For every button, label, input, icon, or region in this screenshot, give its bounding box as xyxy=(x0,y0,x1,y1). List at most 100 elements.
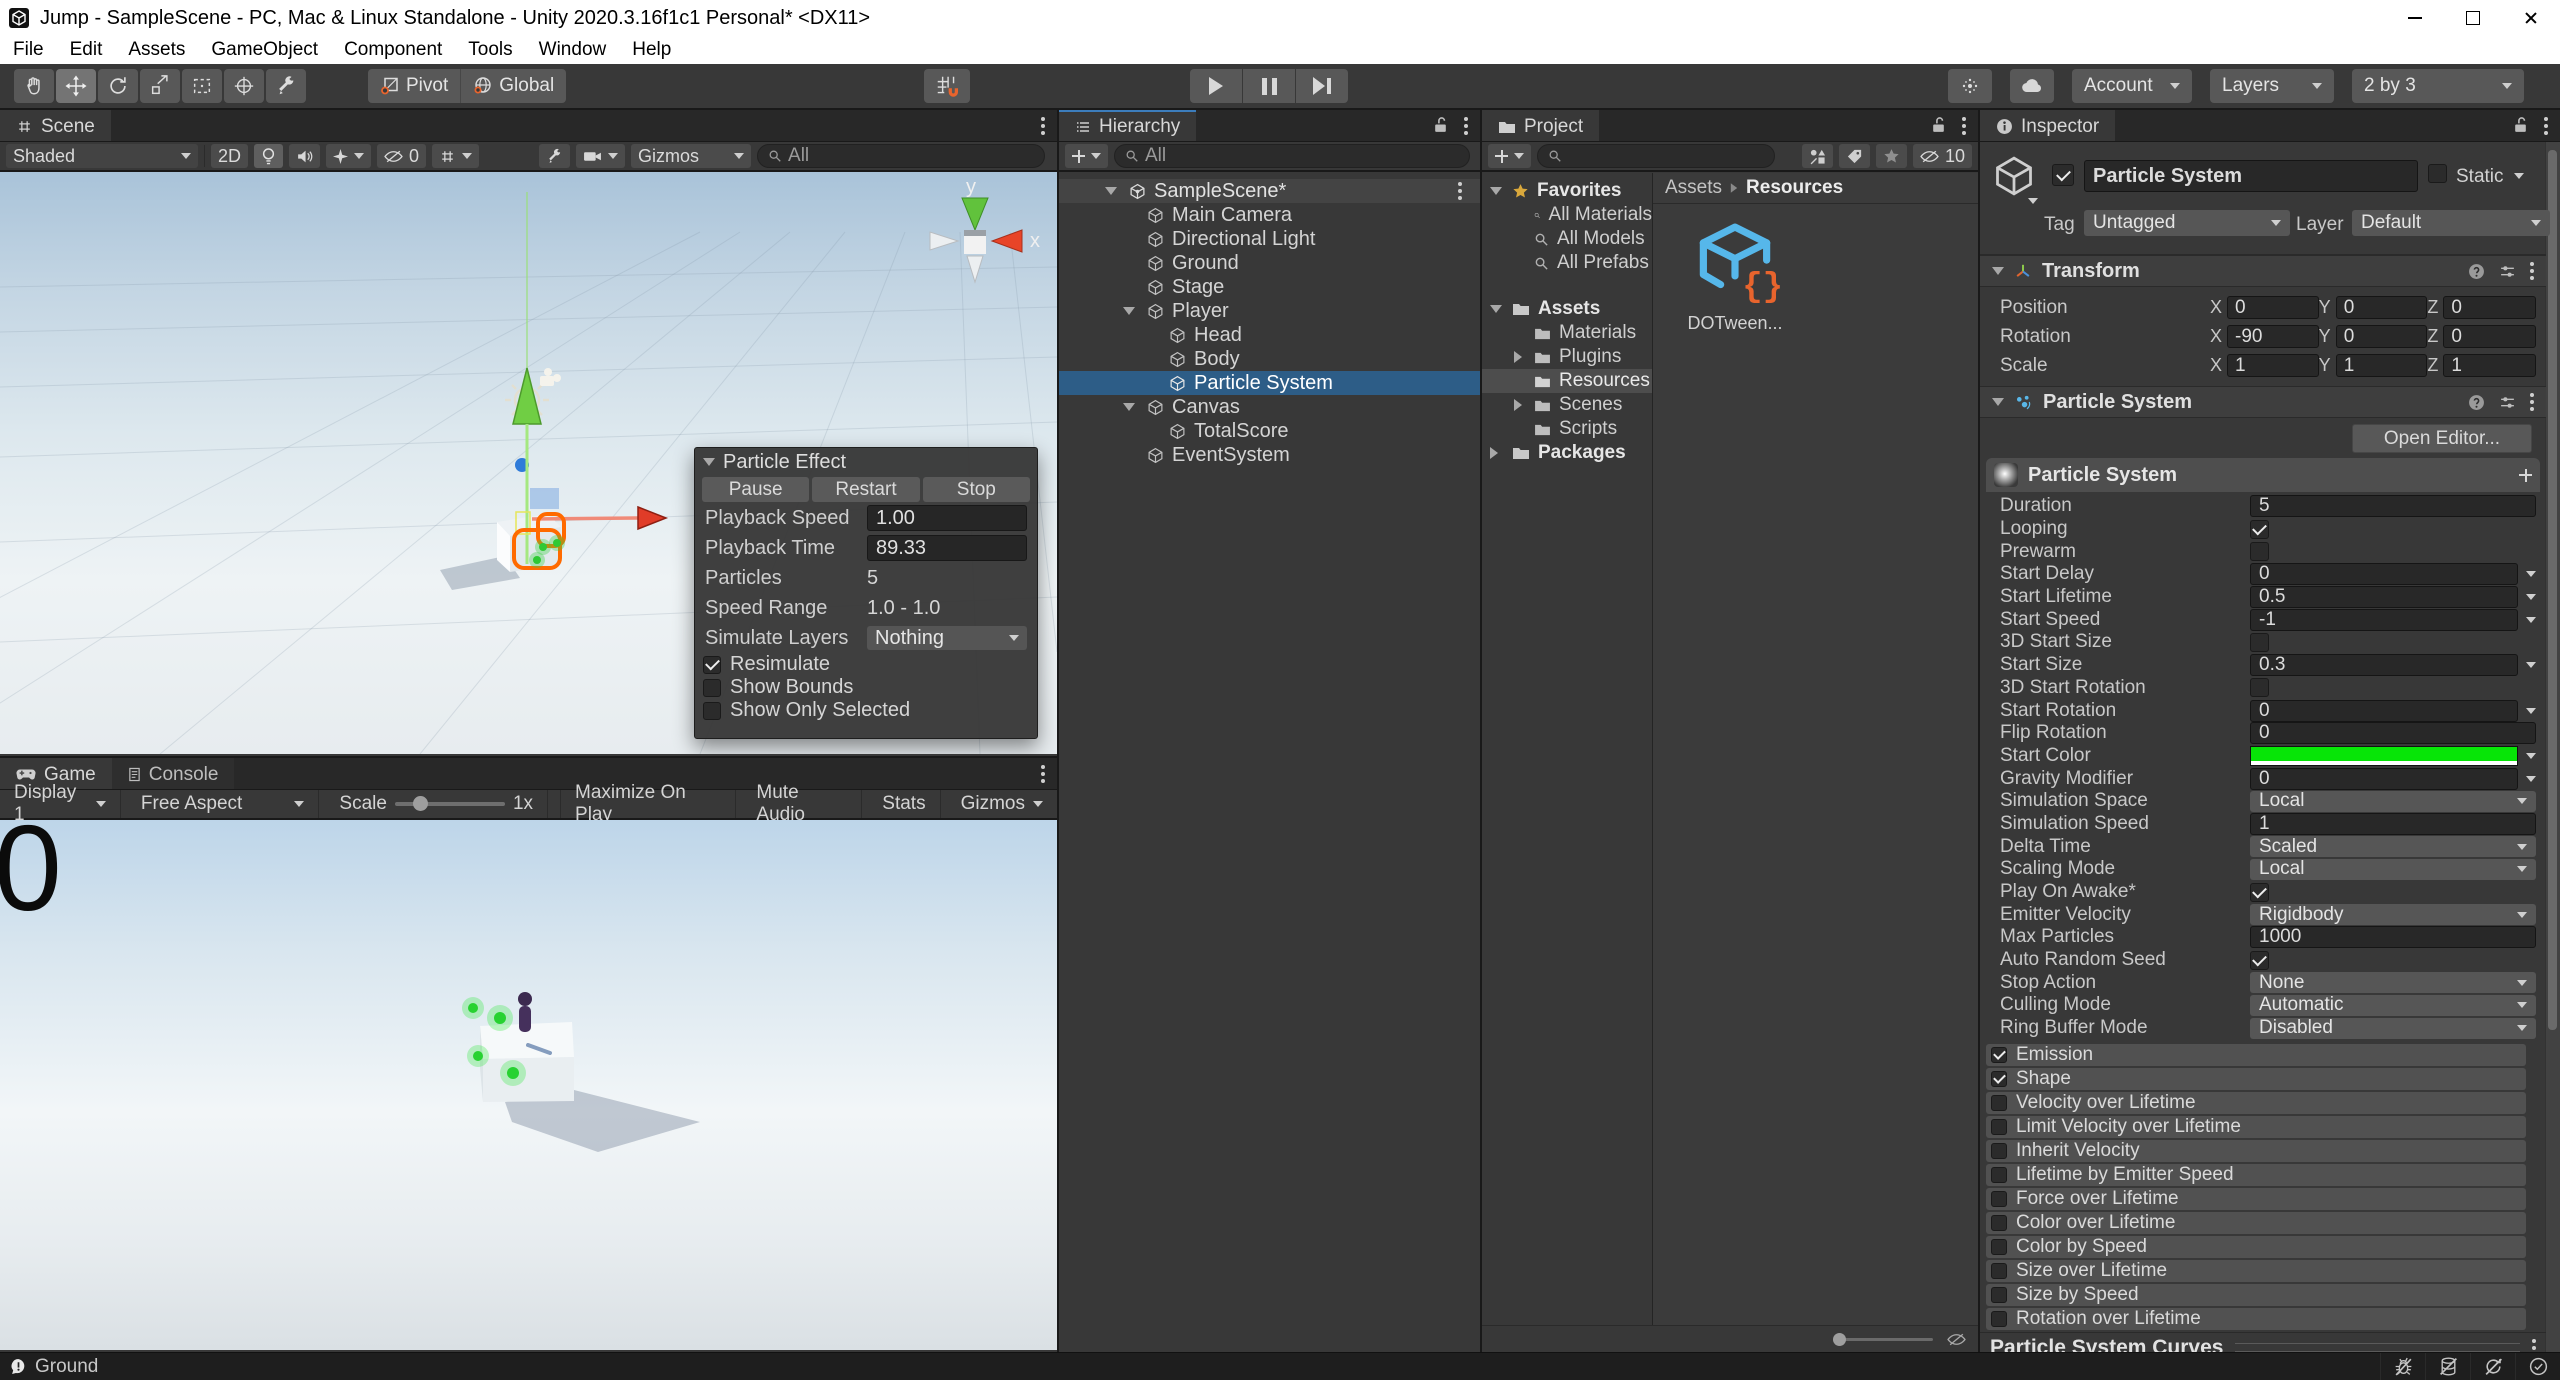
project-search-input[interactable] xyxy=(1537,144,1775,168)
module-velocity-over-lifetime[interactable]: Velocity over Lifetime xyxy=(1986,1092,2526,1114)
project-scripts-folder-row[interactable]: Scripts xyxy=(1482,417,1652,441)
project-all-models-row[interactable]: All Models xyxy=(1482,227,1652,251)
minimize-button[interactable] xyxy=(2386,0,2444,36)
debugger-status-button[interactable] xyxy=(2380,1353,2425,1380)
start-color-mode-dropdown[interactable] xyxy=(2526,753,2536,759)
scene-row-kebab-icon[interactable] xyxy=(1458,189,1462,193)
breadcrumb-root[interactable]: Assets xyxy=(1665,177,1722,199)
scene-tools-button[interactable] xyxy=(539,144,570,168)
tab-inspector[interactable]: Inspector xyxy=(1980,110,2115,141)
hierarchy-item-particle-system[interactable]: Particle System xyxy=(1059,371,1480,395)
project-menu-kebab-icon[interactable] xyxy=(1962,124,1966,128)
restart-particles-button[interactable]: Restart xyxy=(812,477,919,502)
module-shape[interactable]: Shape xyxy=(1986,1068,2526,1090)
simulate-layers-dropdown[interactable]: Nothing xyxy=(867,626,1027,650)
menu-gameobject[interactable]: GameObject xyxy=(198,36,331,64)
simulation-space-dropdown[interactable]: Local xyxy=(2250,791,2536,812)
rotate-tool-button[interactable] xyxy=(98,69,138,103)
project-plugins-folder-row[interactable]: Plugins xyxy=(1482,345,1652,369)
mute-audio-toggle[interactable]: Mute Audio xyxy=(742,790,862,818)
play-button[interactable] xyxy=(1190,69,1242,103)
auto-random-seed-checkbox[interactable] xyxy=(2250,951,2269,970)
ring-buffer-mode-dropdown[interactable]: Disabled xyxy=(2250,1018,2536,1039)
open-editor-button[interactable]: Open Editor... xyxy=(2352,424,2532,453)
project-packages-row[interactable]: Packages xyxy=(1482,441,1652,465)
hidden-assets-toggle[interactable]: 10 xyxy=(1913,144,1972,168)
plus-icon[interactable] xyxy=(2519,469,2532,482)
cloud-services-button[interactable] xyxy=(2010,69,2054,103)
gameobject-name-field[interactable]: Particle System xyxy=(2084,160,2418,192)
rotation-y-field[interactable]: 0 xyxy=(2336,325,2428,348)
hierarchy-search-input[interactable]: All xyxy=(1114,144,1470,168)
audio-toggle[interactable] xyxy=(289,144,320,168)
play-on-awake-checkbox[interactable] xyxy=(2250,883,2269,902)
position-y-field[interactable]: 0 xyxy=(2336,296,2428,319)
max-particles-field[interactable]: 1000 xyxy=(2250,926,2536,948)
tab-hierarchy[interactable]: Hierarchy xyxy=(1059,110,1196,141)
playback-time-field[interactable]: 89.33 xyxy=(867,535,1027,561)
culling-mode-dropdown[interactable]: Automatic xyxy=(2250,995,2536,1016)
tab-console[interactable]: Console xyxy=(112,758,235,789)
start-size-mode-dropdown[interactable] xyxy=(2526,662,2536,668)
active-checkbox[interactable] xyxy=(2052,164,2074,186)
hierarchy-item-totalscore[interactable]: TotalScore xyxy=(1059,419,1480,443)
module-color-by-speed[interactable]: Color by Speed xyxy=(1986,1236,2526,1258)
hierarchy-item-stage[interactable]: Stage xyxy=(1059,275,1480,299)
hierarchy-item-main-camera[interactable]: Main Camera xyxy=(1059,203,1480,227)
resimulate-checkbox-row[interactable]: Resimulate xyxy=(695,653,1037,676)
hierarchy-item-canvas[interactable]: Canvas xyxy=(1059,395,1480,419)
flip-rotation-field[interactable]: 0 xyxy=(2250,722,2536,744)
asset-zoom-slider[interactable] xyxy=(1833,1338,1933,1341)
module-size-by-speed[interactable]: Size by Speed xyxy=(1986,1284,2526,1306)
module-size-over-lifetime[interactable]: Size over Lifetime xyxy=(1986,1260,2526,1282)
stop-action-dropdown[interactable]: None xyxy=(2250,972,2536,993)
layer-dropdown[interactable]: Default xyxy=(2352,210,2550,236)
step-button[interactable] xyxy=(1296,69,1348,103)
module-rotation-over-lifetime[interactable]: Rotation over Lifetime xyxy=(1986,1308,2526,1330)
custom-tools-button[interactable] xyxy=(266,69,306,103)
scale-y-field[interactable]: 1 xyxy=(2336,354,2428,377)
scale-x-field[interactable]: 1 xyxy=(2227,354,2319,377)
game-gizmos-dropdown[interactable]: Gizmos xyxy=(947,790,1057,818)
cache-server-status-button[interactable] xyxy=(2425,1353,2470,1380)
project-resources-folder-row[interactable]: Resources xyxy=(1482,369,1652,393)
start-speed-mode-dropdown[interactable] xyxy=(2526,617,2536,623)
account-dropdown[interactable]: Account xyxy=(2072,69,2192,103)
rect-tool-button[interactable] xyxy=(182,69,222,103)
emitter-velocity-dropdown[interactable]: Rigidbody xyxy=(2250,904,2536,925)
module-force-over-lifetime[interactable]: Force over Lifetime xyxy=(1986,1188,2526,1210)
prewarm-checkbox[interactable] xyxy=(2250,542,2269,561)
menu-edit[interactable]: Edit xyxy=(57,36,116,64)
start-lifetime-mode-dropdown[interactable] xyxy=(2526,594,2536,600)
gizmo-axis-x-label[interactable]: x xyxy=(1030,230,1040,253)
delta-time-dropdown[interactable]: Scaled xyxy=(2250,836,2536,857)
move-tool-button[interactable] xyxy=(56,69,96,103)
stats-toggle[interactable]: Stats xyxy=(868,790,940,818)
start-delay-field[interactable]: 0 xyxy=(2250,563,2518,585)
help-icon[interactable] xyxy=(2468,394,2485,411)
3d-start-size-checkbox[interactable] xyxy=(2250,633,2269,652)
inspector-scrollbar-thumb[interactable] xyxy=(2548,150,2557,1030)
simulation-speed-field[interactable]: 1 xyxy=(2250,813,2536,835)
ps-main-module-header[interactable]: Particle System xyxy=(1986,458,2540,492)
particle-system-kebab-icon[interactable] xyxy=(2530,400,2534,404)
status-message[interactable]: Ground xyxy=(35,1356,98,1378)
scale-z-field[interactable]: 1 xyxy=(2443,354,2536,377)
start-delay-mode-dropdown[interactable] xyxy=(2526,571,2536,577)
menu-component[interactable]: Component xyxy=(331,36,455,64)
maximize-button[interactable] xyxy=(2444,0,2502,36)
hierarchy-add-button[interactable] xyxy=(1065,144,1108,168)
scene-search-input[interactable]: All xyxy=(757,144,1045,168)
gameobject-icon[interactable] xyxy=(1992,154,2036,198)
menu-help[interactable]: Help xyxy=(619,36,684,64)
show-only-selected-checkbox-row[interactable]: Show Only Selected xyxy=(695,699,1037,722)
display-dropdown[interactable]: Display 1 xyxy=(0,790,121,818)
search-everything-button[interactable] xyxy=(1948,69,1992,103)
looping-checkbox[interactable] xyxy=(2250,520,2269,539)
static-checkbox[interactable] xyxy=(2428,164,2447,183)
rotation-z-field[interactable]: 0 xyxy=(2443,325,2536,348)
lighting-toggle[interactable] xyxy=(254,144,283,168)
module-color-over-lifetime[interactable]: Color over Lifetime xyxy=(1986,1212,2526,1234)
stop-particles-button[interactable]: Stop xyxy=(923,477,1030,502)
scene-viewport[interactable]: y x Particle Effect Pause Restart Stop P… xyxy=(0,172,1057,754)
